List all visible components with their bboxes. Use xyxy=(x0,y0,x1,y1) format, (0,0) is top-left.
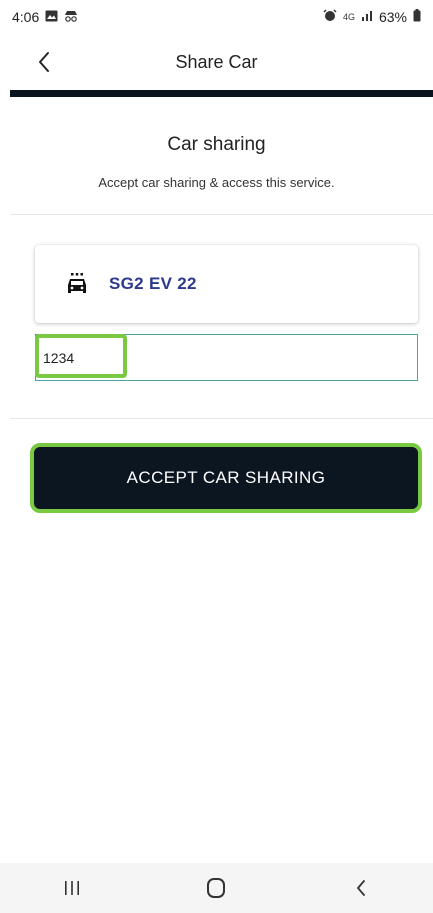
section-title: Car sharing xyxy=(167,134,266,155)
accept-car-sharing-button[interactable]: ACCEPT CAR SHARING xyxy=(34,447,418,509)
divider xyxy=(10,214,433,215)
gallery-icon xyxy=(45,10,58,25)
battery-icon xyxy=(413,9,421,25)
chevron-left-icon xyxy=(39,52,49,72)
back-icon xyxy=(356,880,365,896)
incognito-icon xyxy=(64,10,78,25)
car-card[interactable]: SG2 EV 22 xyxy=(35,245,418,323)
nav-back-button[interactable] xyxy=(331,868,391,908)
battery-percent: 63% xyxy=(378,9,407,25)
status-bar: 4:06 4G 63% xyxy=(0,0,433,34)
pin-input[interactable] xyxy=(36,335,417,380)
divider xyxy=(10,418,433,419)
lte-icon: 4G xyxy=(342,12,355,22)
back-button[interactable] xyxy=(30,44,58,80)
share-car-screen: 4:06 4G 63% Share Car Car sharing Accept… xyxy=(0,0,433,913)
car-icon xyxy=(65,272,89,296)
home-button[interactable] xyxy=(186,868,246,908)
recents-icon xyxy=(65,881,80,895)
signal-icon xyxy=(361,10,373,24)
home-icon xyxy=(207,878,226,898)
app-header: Share Car xyxy=(0,36,433,88)
accept-button-highlight: ACCEPT CAR SHARING xyxy=(30,443,422,513)
car-name: SG2 EV 22 xyxy=(109,274,197,293)
recents-button[interactable] xyxy=(42,868,102,908)
page-title: Share Car xyxy=(175,51,258,72)
section-subtitle: Accept car sharing & access this service… xyxy=(98,175,335,190)
status-right: 4G 63% xyxy=(323,9,421,25)
status-left: 4:06 xyxy=(12,9,78,25)
alarm-icon xyxy=(323,9,337,25)
system-nav-bar xyxy=(0,863,433,913)
status-time: 4:06 xyxy=(12,9,40,25)
header-divider-bar xyxy=(10,90,433,97)
pin-field xyxy=(35,334,418,381)
